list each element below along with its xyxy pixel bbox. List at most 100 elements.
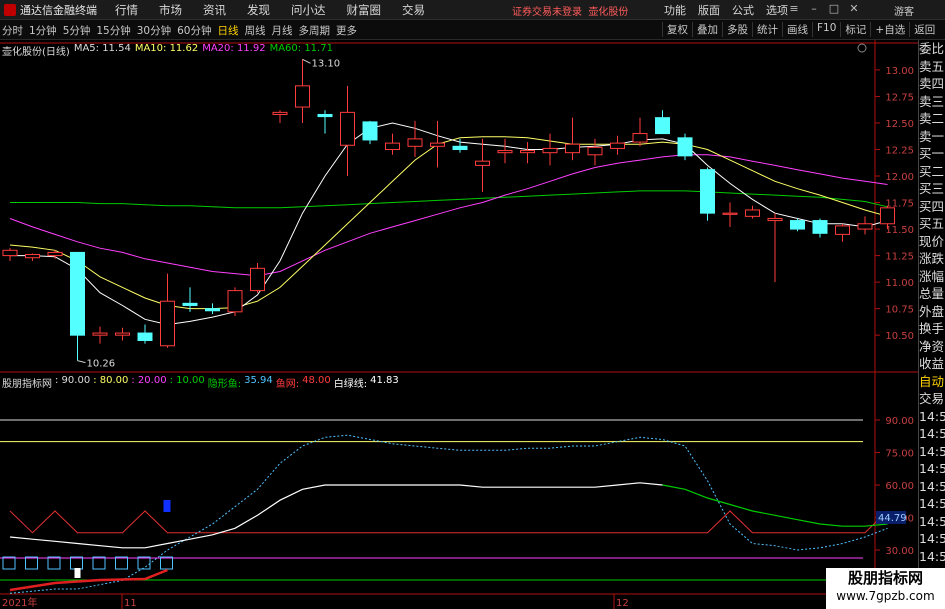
tool-f10[interactable]: F10 — [812, 22, 840, 37]
tool-draw[interactable]: 画线 — [782, 22, 812, 37]
candle — [812, 218, 828, 238]
price-axis-label: 13.00 — [885, 66, 914, 77]
candle — [587, 138, 603, 166]
menu-news[interactable]: 资讯 — [203, 2, 226, 18]
main-info-line: 壶化股份(日线) MA5: 11.54 MA10: 11.62 MA20: 11… — [2, 43, 337, 58]
hidden-fish-label: 隐形鱼: — [207, 379, 242, 390]
menu-formula[interactable]: 公式 — [732, 2, 754, 18]
menu-ask[interactable]: 问小达 — [291, 2, 326, 18]
menu-wealth[interactable]: 财富圈 — [347, 2, 382, 18]
candle — [857, 216, 873, 235]
fish-net-value: 48.00 — [302, 375, 331, 386]
candle-body — [857, 223, 873, 230]
signal-square — [25, 556, 38, 570]
side-ask3: 卖三 — [919, 93, 945, 109]
candle-body — [835, 225, 850, 235]
side-bid2: 买二 — [919, 163, 945, 179]
menu-quotes[interactable]: 行情 — [115, 2, 138, 18]
signal-square — [115, 556, 128, 570]
candle-body — [610, 142, 625, 149]
white-green-value: 41.83 — [370, 375, 399, 386]
minimize-icon[interactable]: – — [804, 2, 824, 15]
settings-icon — [857, 43, 867, 53]
side-bid5: 买五 — [919, 216, 945, 231]
tool-statistics[interactable]: 统计 — [752, 22, 782, 37]
signal-square — [70, 556, 83, 570]
candle — [115, 327, 130, 341]
side-ask5: 卖五 — [919, 58, 945, 74]
candle — [317, 110, 333, 134]
indicator-v4: : 10.00 — [169, 375, 205, 386]
price-axis-label: 12.50 — [885, 119, 914, 130]
high-label: 13.10 — [312, 58, 341, 69]
candle — [2, 248, 18, 261]
candle — [722, 202, 738, 227]
tool-back[interactable]: 返回 — [909, 22, 939, 37]
watermark-url: www.7gpzb.com — [836, 589, 935, 603]
login-status[interactable]: 证券交易未登录 壶化股份 — [512, 3, 628, 18]
close-icon[interactable]: ✕ — [844, 2, 864, 15]
candle — [700, 167, 715, 221]
kline-chart[interactable]: 13.0012.7512.5012.2512.0011.7511.5011.25… — [0, 40, 918, 609]
indicator-v1: : 90.00 — [55, 375, 91, 386]
menu-function[interactable]: 功能 — [664, 2, 686, 18]
guest-label[interactable]: 游客 — [894, 3, 914, 18]
white-line — [9, 482, 663, 549]
candle-body — [880, 207, 895, 225]
candle-body — [632, 133, 648, 143]
side-change: 涨跌 — [919, 251, 945, 266]
ma60-line — [10, 190, 888, 209]
candle-body — [587, 146, 603, 156]
tab-1min[interactable]: 1分钟 — [29, 23, 57, 38]
menu-icon[interactable]: ≡ — [784, 2, 804, 15]
side-auto[interactable]: 自动 — [919, 373, 945, 391]
candle-body — [70, 251, 85, 336]
tool-adjust[interactable]: 复权 — [662, 22, 692, 37]
side-bid4: 买四 — [919, 198, 945, 214]
side-time-3: 14:56 — [919, 443, 945, 459]
tool-overlay[interactable]: 叠加 — [692, 22, 722, 37]
indicator-current-value: 44.79 — [878, 513, 907, 524]
menu-discover[interactable]: 发现 — [247, 2, 270, 18]
indicator-v2: : 80.00 — [93, 375, 129, 386]
tab-more[interactable]: 更多 — [336, 23, 357, 38]
candle-body — [565, 143, 580, 154]
tool-mark[interactable]: 标记 — [840, 22, 870, 37]
tab-daily[interactable]: 日线 — [218, 23, 239, 38]
candle-body — [655, 117, 670, 135]
watermark-logo: 股朋指标网 www.7gpzb.com — [826, 568, 945, 609]
side-earnings: 收益 — [919, 356, 945, 371]
candle-body — [205, 308, 220, 312]
chart-area[interactable]: 13.00 12.75 12.50 12.25 12.00 11.75 11.50 11.25… — [0, 40, 918, 609]
candle-body — [542, 147, 558, 154]
candle — [655, 110, 670, 135]
candle-body — [137, 332, 153, 341]
menu-layout[interactable]: 版面 — [698, 2, 720, 18]
side-price: 现价 — [919, 233, 945, 249]
side-ask1: 卖一 — [919, 128, 945, 144]
tab-5min[interactable]: 5分钟 — [63, 23, 91, 38]
signal-square — [47, 556, 61, 570]
date-month-11: 11 — [124, 598, 137, 609]
tab-intraday[interactable]: 分时 — [2, 23, 23, 38]
candle-body — [92, 332, 108, 336]
candle — [70, 251, 85, 361]
side-trade[interactable]: 交易 — [919, 390, 945, 408]
tab-15min[interactable]: 15分钟 — [96, 23, 130, 38]
tab-60min[interactable]: 60分钟 — [177, 23, 211, 38]
tool-multi-stock[interactable]: 多股 — [722, 22, 752, 37]
menu-market[interactable]: 市场 — [159, 2, 182, 18]
title-bar: 通达信金融终端 行情 市场 资讯 发现 问小达 财富圈 交易 证券交易未登录 壶… — [0, 0, 945, 20]
candle — [385, 133, 400, 155]
tool-add-watchlist[interactable]: +自选 — [870, 22, 909, 37]
price-axis-label: 11.00 — [885, 278, 914, 289]
tab-30min[interactable]: 30分钟 — [137, 23, 171, 38]
menu-trade[interactable]: 交易 — [402, 2, 425, 18]
candle-body — [430, 142, 445, 147]
maximize-icon[interactable]: □ — [824, 2, 844, 15]
side-time-2: 14:55 — [919, 426, 945, 441]
tab-multi-period[interactable]: 多周期 — [299, 23, 331, 38]
tab-weekly[interactable]: 周线 — [245, 23, 266, 38]
price-axis-label: 11.50 — [885, 225, 914, 236]
tab-monthly[interactable]: 月线 — [272, 23, 293, 38]
